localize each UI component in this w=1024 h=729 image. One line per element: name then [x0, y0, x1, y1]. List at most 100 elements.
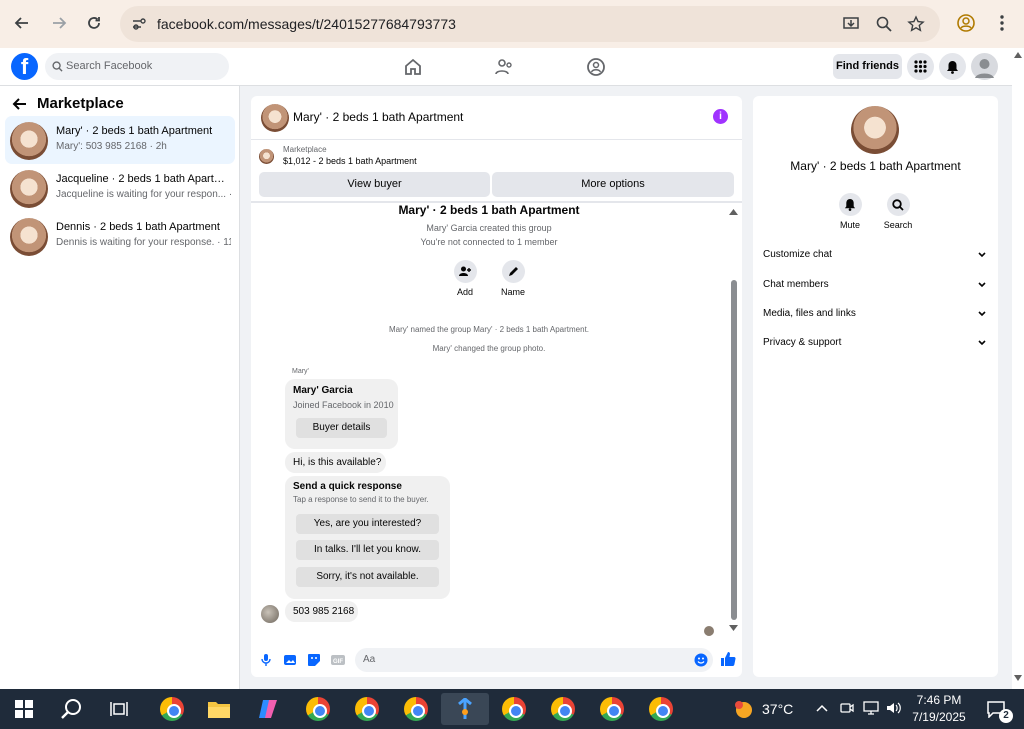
message-input[interactable]: Aa — [355, 648, 713, 672]
quick-reply-option[interactable]: Yes, are you interested? — [296, 514, 439, 534]
taskbar-chrome[interactable] — [398, 693, 434, 725]
quick-reply-option[interactable]: Sorry, it's not available. — [296, 567, 439, 587]
search-conversation-button[interactable]: Search — [878, 193, 918, 230]
profile-button[interactable] — [951, 8, 981, 38]
customize-chat-section[interactable]: Customize chat — [763, 249, 988, 269]
buyer-profile-card: Mary' Garcia Joined Facebook in 2010 Buy… — [285, 379, 398, 449]
add-label: Add — [456, 287, 473, 297]
friends-icon[interactable] — [494, 57, 514, 77]
more-options-button[interactable]: More options — [492, 172, 734, 197]
conversation-item[interactable]: Jacqueline · 2 beds 1 bath Apartm... Jac… — [5, 164, 235, 212]
home-icon[interactable] — [403, 57, 423, 77]
chrome-icon — [160, 697, 184, 721]
mute-button[interactable]: Mute — [830, 193, 870, 230]
taskbar-chrome[interactable] — [545, 693, 581, 725]
arrow-right-icon — [53, 17, 67, 29]
emoji-icon[interactable] — [694, 653, 708, 667]
page-scrollbar[interactable] — [1012, 48, 1024, 689]
back-button[interactable] — [7, 8, 37, 38]
reload-button[interactable] — [79, 8, 109, 38]
conversation-preview: Mary': 503 985 2168 · 2h — [56, 141, 167, 152]
gif-icon[interactable]: GIF — [331, 653, 345, 667]
sender-avatar[interactable] — [261, 605, 279, 623]
browser-menu-button[interactable] — [987, 8, 1017, 38]
svg-text:GIF: GIF — [333, 659, 343, 665]
account-avatar[interactable] — [971, 53, 998, 80]
task-view-button[interactable] — [101, 693, 137, 725]
clock-date[interactable]: 7/19/2025 — [908, 710, 970, 724]
weather-widget[interactable] — [725, 693, 761, 725]
chat-members-section[interactable]: Chat members — [763, 279, 988, 299]
group-photo[interactable] — [851, 106, 899, 154]
section-label: Media, files and links — [763, 308, 856, 319]
chat-avatar[interactable] — [261, 104, 289, 132]
taskbar-chrome[interactable] — [349, 693, 385, 725]
taskbar-active-app[interactable] — [441, 693, 489, 725]
chrome-icon — [551, 697, 575, 721]
search-facebook-input[interactable]: Search Facebook — [45, 53, 229, 80]
address-bar[interactable]: facebook.com/messages/t/2401527768479377… — [120, 6, 940, 42]
taskbar-chrome[interactable] — [154, 693, 190, 725]
file-explorer[interactable] — [201, 693, 237, 725]
zoom-icon — [876, 16, 892, 32]
photo-icon[interactable] — [283, 653, 297, 667]
name-group-button[interactable]: Name — [493, 260, 533, 297]
taskbar-chrome[interactable] — [496, 693, 532, 725]
conversation-preview: Jacqueline is waiting for your respon...… — [56, 189, 231, 200]
sender-name: Mary' — [292, 368, 309, 375]
buyer-joined: Joined Facebook in 2010 — [293, 400, 394, 410]
message-placeholder: Aa — [363, 654, 376, 665]
back-arrow-icon[interactable] — [12, 96, 28, 112]
conversation-item[interactable]: Mary' · 2 beds 1 bath Apartment Mary': 5… — [5, 116, 235, 164]
scroll-up-icon[interactable] — [729, 209, 738, 215]
scroll-down-icon[interactable] — [729, 625, 738, 631]
notification-center[interactable]: 2 — [978, 693, 1014, 725]
taskbar-search-button[interactable] — [54, 693, 90, 725]
conversation-item[interactable]: Dennis · 2 beds 1 bath Apartment Dennis … — [5, 212, 235, 260]
meet-now-icon[interactable] — [840, 701, 854, 715]
kebab-menu-icon — [1000, 15, 1004, 31]
quick-reply-option[interactable]: In talks. I'll let you know. — [296, 540, 439, 560]
sticker-icon[interactable] — [307, 653, 321, 667]
buyer-details-button[interactable]: Buyer details — [296, 418, 387, 438]
chrome-icon — [355, 697, 379, 721]
privacy-support-section[interactable]: Privacy & support — [763, 337, 988, 357]
start-button[interactable] — [6, 693, 42, 725]
chat-scrollbar[interactable] — [731, 280, 737, 620]
forward-button[interactable] — [44, 8, 74, 38]
info-icon[interactable]: i — [713, 109, 728, 124]
find-friends-button[interactable]: Find friends — [833, 54, 902, 79]
quick-response-title: Send a quick response — [293, 481, 402, 492]
media-files-section[interactable]: Media, files and links — [763, 308, 988, 328]
arrow-left-icon — [14, 17, 28, 29]
facebook-logo[interactable]: f — [11, 53, 38, 80]
chevron-up-icon[interactable] — [816, 704, 828, 712]
buyer-name: Mary' Garcia — [293, 385, 353, 396]
folder-icon — [208, 702, 230, 718]
menu-button[interactable] — [907, 53, 934, 80]
clock-time[interactable]: 7:46 PM — [908, 693, 970, 707]
taskbar-chrome[interactable] — [300, 693, 336, 725]
avatar-icon — [975, 59, 994, 78]
thumbs-up-icon[interactable] — [720, 651, 736, 667]
taskbar-chrome[interactable] — [643, 693, 679, 725]
view-buyer-button[interactable]: View buyer — [259, 172, 490, 197]
conversation-name: Jacqueline · 2 beds 1 bath Apartm... — [56, 173, 226, 185]
pencil-icon — [508, 267, 518, 276]
network-icon[interactable] — [863, 701, 879, 715]
account-icon — [957, 14, 975, 32]
notifications-button[interactable] — [939, 53, 966, 80]
chat-title[interactable]: Mary' · 2 beds 1 bath Apartment — [293, 110, 463, 124]
groups-icon[interactable] — [586, 57, 606, 77]
copilot[interactable] — [250, 693, 286, 725]
taskbar-chrome[interactable] — [594, 693, 630, 725]
conversation-name: Mary' · 2 beds 1 bath Apartment — [56, 125, 213, 137]
marketplace-sidebar: Marketplace Mary' · 2 beds 1 bath Apartm… — [0, 86, 240, 689]
microphone-icon[interactable] — [259, 653, 273, 667]
volume-icon[interactable] — [886, 701, 902, 715]
add-member-button[interactable]: Add — [445, 260, 485, 297]
chat-info-panel: Mary' · 2 beds 1 bath Apartment Mute Sea… — [753, 96, 998, 677]
temperature[interactable]: 37°C — [762, 701, 793, 717]
listing-title[interactable]: $1,012 - 2 beds 1 bath Apartment — [283, 156, 417, 166]
conversation-name: Dennis · 2 beds 1 bath Apartment — [56, 221, 220, 233]
